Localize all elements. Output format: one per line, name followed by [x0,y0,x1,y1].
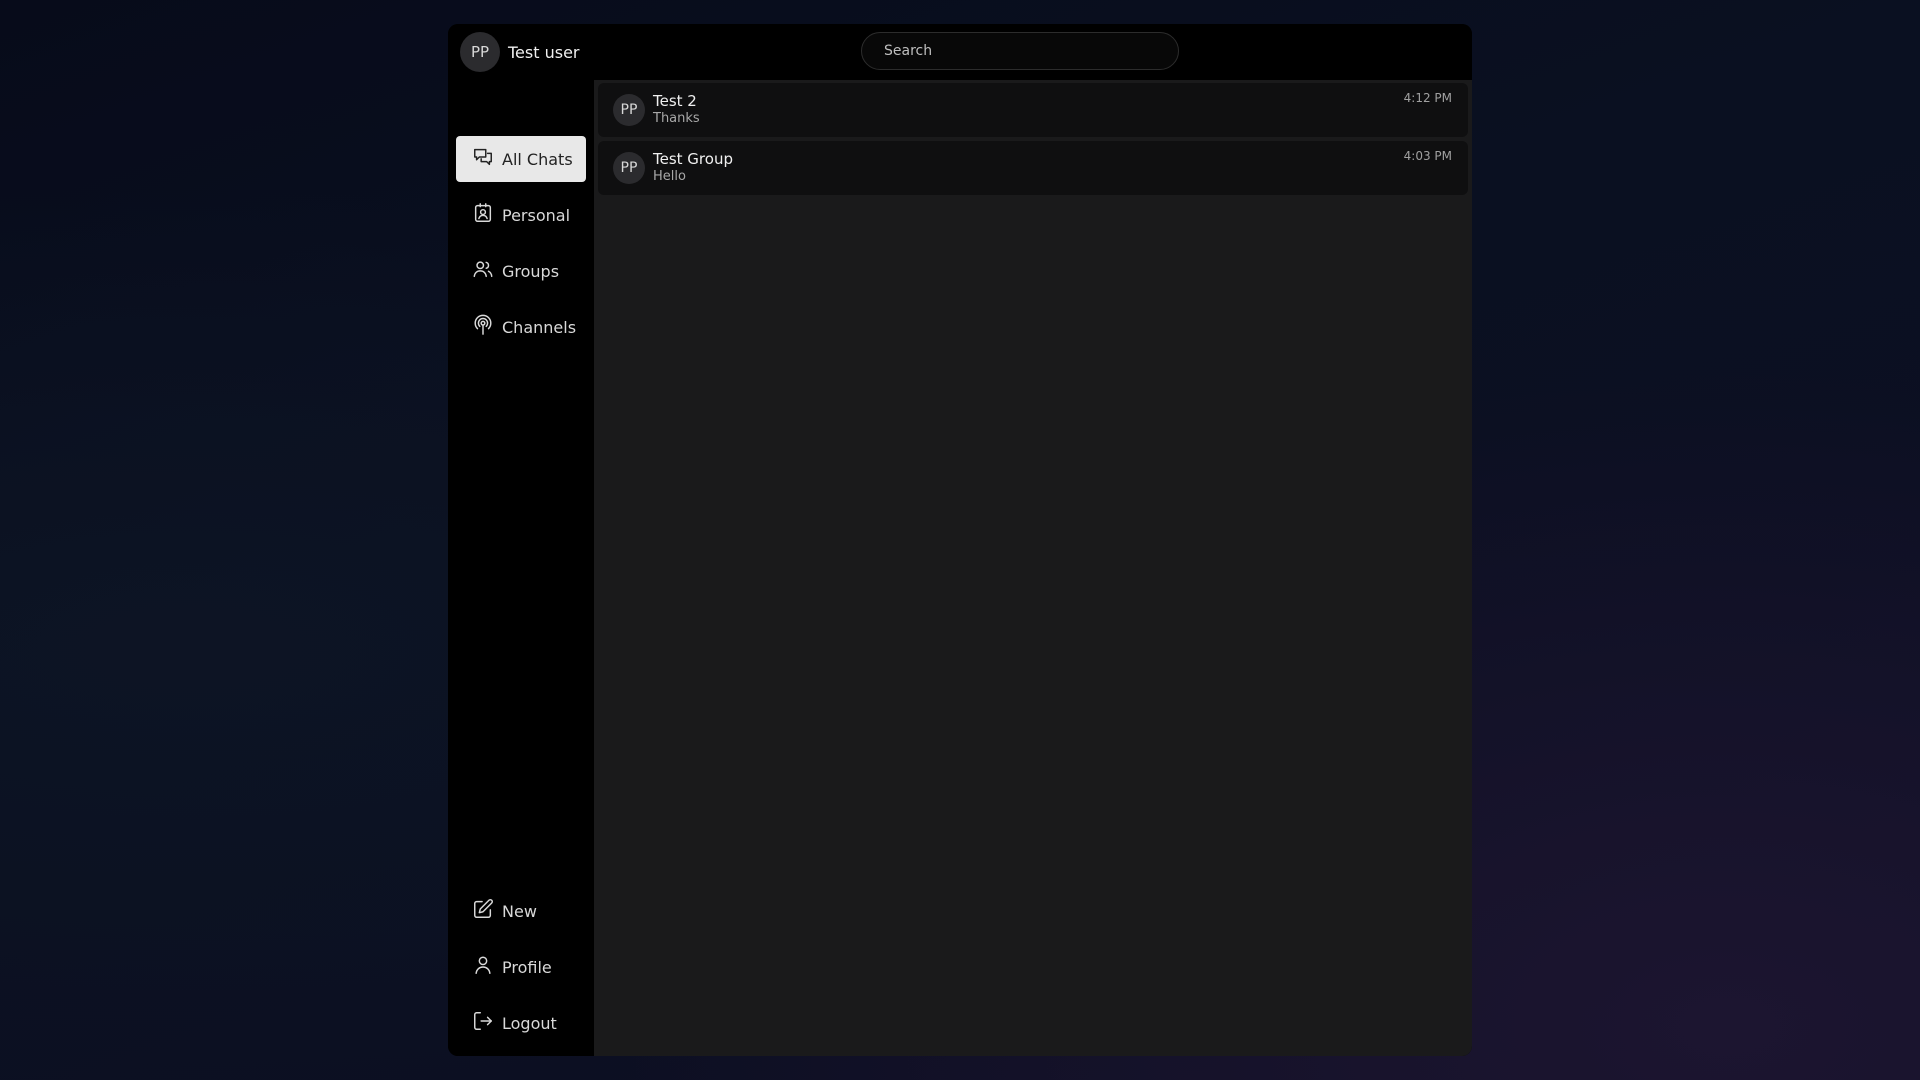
user-icon [472,954,494,980]
sidebar-item-label: Profile [502,957,552,977]
chat-text: Test Group Hello [653,150,733,186]
chat-name: Test 2 [653,92,697,110]
user-name: Test user [508,42,580,62]
sidebar-item-new[interactable]: New [456,888,586,934]
chat-bubbles-icon [472,146,494,172]
chat-app-window: PP Test user All Chats [448,24,1472,1056]
search-input[interactable] [861,32,1179,70]
current-user[interactable]: PP Test user [460,32,580,72]
chat-name: Test Group [653,150,733,168]
users-icon [472,258,494,284]
logout-icon [472,1010,494,1036]
chat-avatar: PP [613,94,645,126]
chat-list-item[interactable]: PP Test Group Hello 4:03 PM [598,141,1468,195]
sidebar: All Chats Personal Groups Channels New P… [448,80,594,1056]
chat-list-panel: PP Test 2 Thanks 4:12 PM PP Test Group H… [594,80,1472,1056]
sidebar-item-label: New [502,901,537,921]
chat-time: 4:03 PM [1403,149,1452,163]
chat-preview: Thanks [653,111,700,126]
sidebar-item-label: Groups [502,261,560,281]
broadcast-icon [472,314,494,340]
contact-card-icon [472,202,494,228]
chat-avatar: PP [613,152,645,184]
sidebar-item-all-chats[interactable]: All Chats [456,136,586,182]
edit-icon [472,898,494,924]
sidebar-item-channels[interactable]: Channels [456,304,586,350]
sidebar-item-label: Logout [502,1013,557,1033]
sidebar-item-label: Channels [502,317,577,337]
chat-list-item[interactable]: PP Test 2 Thanks 4:12 PM [598,83,1468,137]
user-avatar[interactable]: PP [460,32,500,72]
sidebar-item-profile[interactable]: Profile [456,944,586,990]
sidebar-item-label: All Chats [502,149,573,169]
chat-time: 4:12 PM [1403,91,1452,105]
sidebar-item-label: Personal [502,205,571,225]
chat-text: Test 2 Thanks [653,92,700,128]
sidebar-item-personal[interactable]: Personal [456,192,586,238]
sidebar-item-logout[interactable]: Logout [456,1000,586,1046]
chat-preview: Hello [653,169,686,184]
sidebar-item-groups[interactable]: Groups [456,248,586,294]
top-bar: PP Test user [448,24,1472,80]
